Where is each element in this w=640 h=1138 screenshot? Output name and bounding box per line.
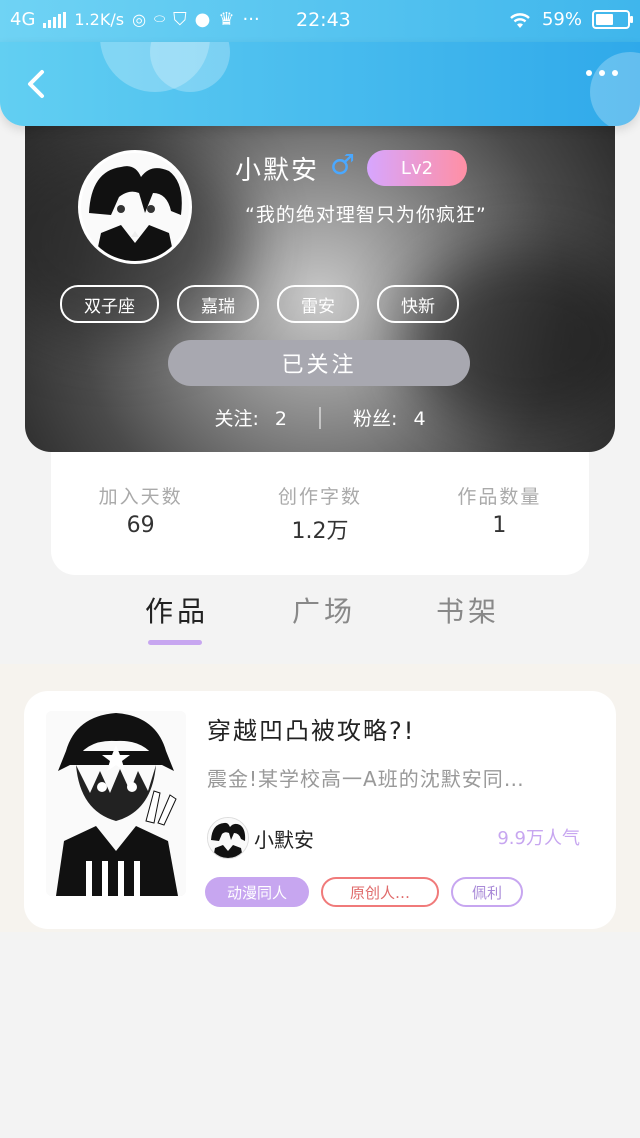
username: 小默安 xyxy=(235,156,320,186)
status-bar: 4G 1.2K/s ◎ ⬭ ⛉ ● ♛ ··· 22:43 59% xyxy=(0,0,640,42)
battery-icon xyxy=(592,10,633,29)
work-tag[interactable]: 动漫同人 xyxy=(205,877,309,907)
more-dots-icon xyxy=(612,70,618,76)
status-left: 4G 1.2K/s ◎ ⬭ ⛉ ● ♛ ··· xyxy=(10,9,260,30)
status-right: 59% xyxy=(508,9,633,30)
tag-item[interactable]: 雷安 xyxy=(277,285,359,323)
work-tags: 动漫同人 原创人… 佩利 xyxy=(205,877,523,907)
interest-tags: 双子座 嘉瑞 雷安 快新 xyxy=(60,285,459,323)
nav-bar xyxy=(0,42,640,126)
stat-value: 1 xyxy=(492,513,507,538)
mail-icon: ● xyxy=(194,9,211,30)
stat-value: 1.2万 xyxy=(291,519,349,544)
chevron-left-icon xyxy=(28,70,44,98)
tag-item[interactable]: 嘉瑞 xyxy=(177,285,259,323)
stat-label: 作品数量 xyxy=(457,486,542,508)
signature: “我的绝对理智只为你疯狂” xyxy=(245,204,487,226)
stat-join-days: 加入天数 69 xyxy=(51,452,230,575)
work-tag[interactable]: 佩利 xyxy=(451,877,523,907)
clock: 22:43 xyxy=(296,9,351,31)
work-description: 震金!某学校高一A班的沈默安同… xyxy=(207,767,525,791)
following-label: 关注: xyxy=(214,408,259,430)
tab-bookshelf[interactable]: 书架 xyxy=(436,590,500,630)
work-cover[interactable] xyxy=(46,711,186,896)
level-badge: Lv2 xyxy=(367,150,467,186)
more-button[interactable] xyxy=(586,70,618,76)
tab-square[interactable]: 广场 xyxy=(292,590,356,630)
stat-label: 加入天数 xyxy=(98,486,183,508)
weibo-icon: ⬭ xyxy=(154,12,166,27)
more-notifications-icon: ··· xyxy=(242,9,260,30)
tag-item[interactable]: 双子座 xyxy=(60,285,159,323)
tab-indicator xyxy=(148,640,202,645)
shield-icon: ⛉ xyxy=(173,9,187,30)
gender-male-icon: ♂ xyxy=(330,148,356,181)
fans-value: 4 xyxy=(413,408,426,430)
following-count[interactable]: 关注: 2 xyxy=(214,404,287,431)
work-tag[interactable]: 原创人… xyxy=(321,877,439,907)
author-avatar-image xyxy=(208,818,248,858)
works-list: 穿越凹凸被攻略?! 震金!某学校高一A班的沈默安同… 小默安 9.9万人气 动漫… xyxy=(0,664,640,932)
cover-image xyxy=(46,711,186,896)
author-avatar[interactable] xyxy=(207,817,249,859)
back-button[interactable] xyxy=(18,64,58,104)
stat-value: 69 xyxy=(126,513,155,538)
profile-header: 小默安 ♂ Lv2 “我的绝对理智只为你疯狂” 双子座 嘉瑞 雷安 快新 已关注… xyxy=(25,110,615,452)
content-tabs: 作品 广场 书架 xyxy=(0,590,640,650)
work-title[interactable]: 穿越凹凸被攻略?! xyxy=(207,711,415,746)
decor-bubble xyxy=(590,52,640,126)
chat-icon: ◎ xyxy=(132,10,147,29)
network-speed: 1.2K/s xyxy=(74,10,125,29)
popularity: 9.9万人气 xyxy=(497,828,580,849)
stat-word-count: 创作字数 1.2万 xyxy=(230,452,409,575)
fans-count[interactable]: 粉丝: 4 xyxy=(353,404,426,431)
avatar-image xyxy=(81,153,189,261)
stats-card: 加入天数 69 创作字数 1.2万 作品数量 1 xyxy=(51,452,589,575)
battery-percent: 59% xyxy=(541,9,582,30)
following-value: 2 xyxy=(274,408,287,430)
wifi-icon xyxy=(510,12,530,28)
tag-item[interactable]: 快新 xyxy=(377,285,459,323)
author-name[interactable]: 小默安 xyxy=(254,824,314,853)
follow-button[interactable]: 已关注 xyxy=(168,340,470,386)
crown-icon: ♛ xyxy=(218,9,235,30)
more-dots-icon xyxy=(586,70,592,76)
divider xyxy=(319,406,321,429)
tab-works[interactable]: 作品 xyxy=(145,590,209,630)
more-dots-icon xyxy=(599,70,605,76)
network-type: 4G xyxy=(10,9,36,30)
stat-label: 创作字数 xyxy=(277,486,362,508)
stat-works-count: 作品数量 1 xyxy=(410,452,589,575)
avatar[interactable] xyxy=(78,150,192,264)
fans-label: 粉丝: xyxy=(353,408,398,430)
signal-icon xyxy=(43,11,67,28)
work-card[interactable]: 穿越凹凸被攻略?! 震金!某学校高一A班的沈默安同… 小默安 9.9万人气 动漫… xyxy=(24,691,616,929)
follow-counts: 关注: 2 粉丝: 4 xyxy=(25,404,615,431)
